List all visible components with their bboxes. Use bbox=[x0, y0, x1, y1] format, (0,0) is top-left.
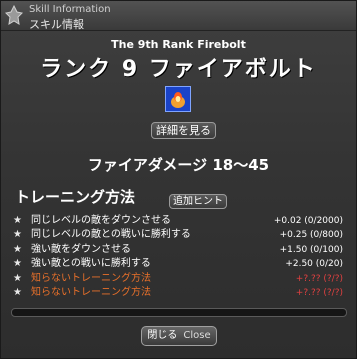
training-value: +?.?? (?/?) bbox=[295, 287, 343, 298]
skill-info-icon bbox=[4, 4, 24, 28]
training-label: 強い敵をダウンさせる bbox=[31, 243, 131, 255]
star-icon: ★ bbox=[13, 258, 22, 270]
training-value: +?.?? (?/?) bbox=[295, 273, 343, 284]
firebolt-icon bbox=[165, 86, 191, 112]
skill-title: ランク 9 ファイアボルト bbox=[40, 57, 317, 82]
training-row: ★ 同じレベルの敵との戦いに勝利する +0.25 (0/800) bbox=[13, 229, 343, 241]
training-row: ★ 知らないトレーニング方法 +?.?? (?/?) bbox=[13, 273, 343, 285]
training-value: +0.25 (0/800) bbox=[279, 230, 343, 241]
training-value: +0.02 (0/2000) bbox=[273, 216, 343, 226]
star-icon: ★ bbox=[13, 272, 22, 284]
training-progress-bar bbox=[11, 308, 347, 317]
skill-rank-english: The 9th Rank Firebolt bbox=[111, 38, 246, 51]
star-icon: ★ bbox=[13, 215, 22, 226]
window-title-ja: スキル情報 bbox=[29, 18, 84, 31]
training-row: ★ 強い敵との戦いに勝利する +2.50 (0/20) bbox=[13, 258, 343, 270]
fire-damage-text: ファイアダメージ 18～45 bbox=[87, 156, 270, 174]
training-label: 同じレベルの敵との戦いに勝利する bbox=[31, 229, 191, 241]
training-value: +2.50 (0/20) bbox=[285, 259, 343, 270]
training-label: 同じレベルの敵をダウンさせる bbox=[31, 215, 171, 226]
training-list: ★ 同じレベルの敵をダウンさせる +0.02 (0/2000) ★ 同じレベルの… bbox=[13, 215, 343, 301]
additional-hint-button[interactable]: 追加ヒント bbox=[169, 194, 227, 209]
skill-info-window: Skill Information スキル情報 The 9th Rank Fir… bbox=[0, 0, 357, 359]
star-icon: ★ bbox=[13, 243, 22, 255]
star-icon: ★ bbox=[13, 286, 22, 298]
view-details-button[interactable]: 詳細を見る bbox=[151, 122, 216, 139]
window-title-en: Skill Information bbox=[29, 4, 111, 15]
close-label-en: Close bbox=[183, 330, 211, 341]
training-row: ★ 強い敵をダウンさせる +1.50 (0/100) bbox=[13, 244, 343, 256]
star-icon: ★ bbox=[13, 229, 22, 241]
training-label: 知らないトレーニング方法 bbox=[31, 286, 151, 298]
training-row: ★ 知らないトレーニング方法 +?.?? (?/?) bbox=[13, 287, 343, 299]
training-value: +1.50 (0/100) bbox=[279, 244, 343, 255]
training-methods-heading: トレーニング方法 bbox=[15, 188, 136, 206]
training-label: 知らないトレーニング方法 bbox=[31, 272, 151, 284]
training-label: 強い敵との戦いに勝利する bbox=[31, 258, 151, 270]
close-label-ja: 閉じる bbox=[147, 330, 178, 341]
training-row: ★ 同じレベルの敵をダウンさせる +0.02 (0/2000) bbox=[13, 215, 343, 227]
titlebar[interactable]: Skill Information スキル情報 bbox=[1, 1, 356, 31]
close-button[interactable]: 閉じる Close bbox=[141, 326, 217, 346]
